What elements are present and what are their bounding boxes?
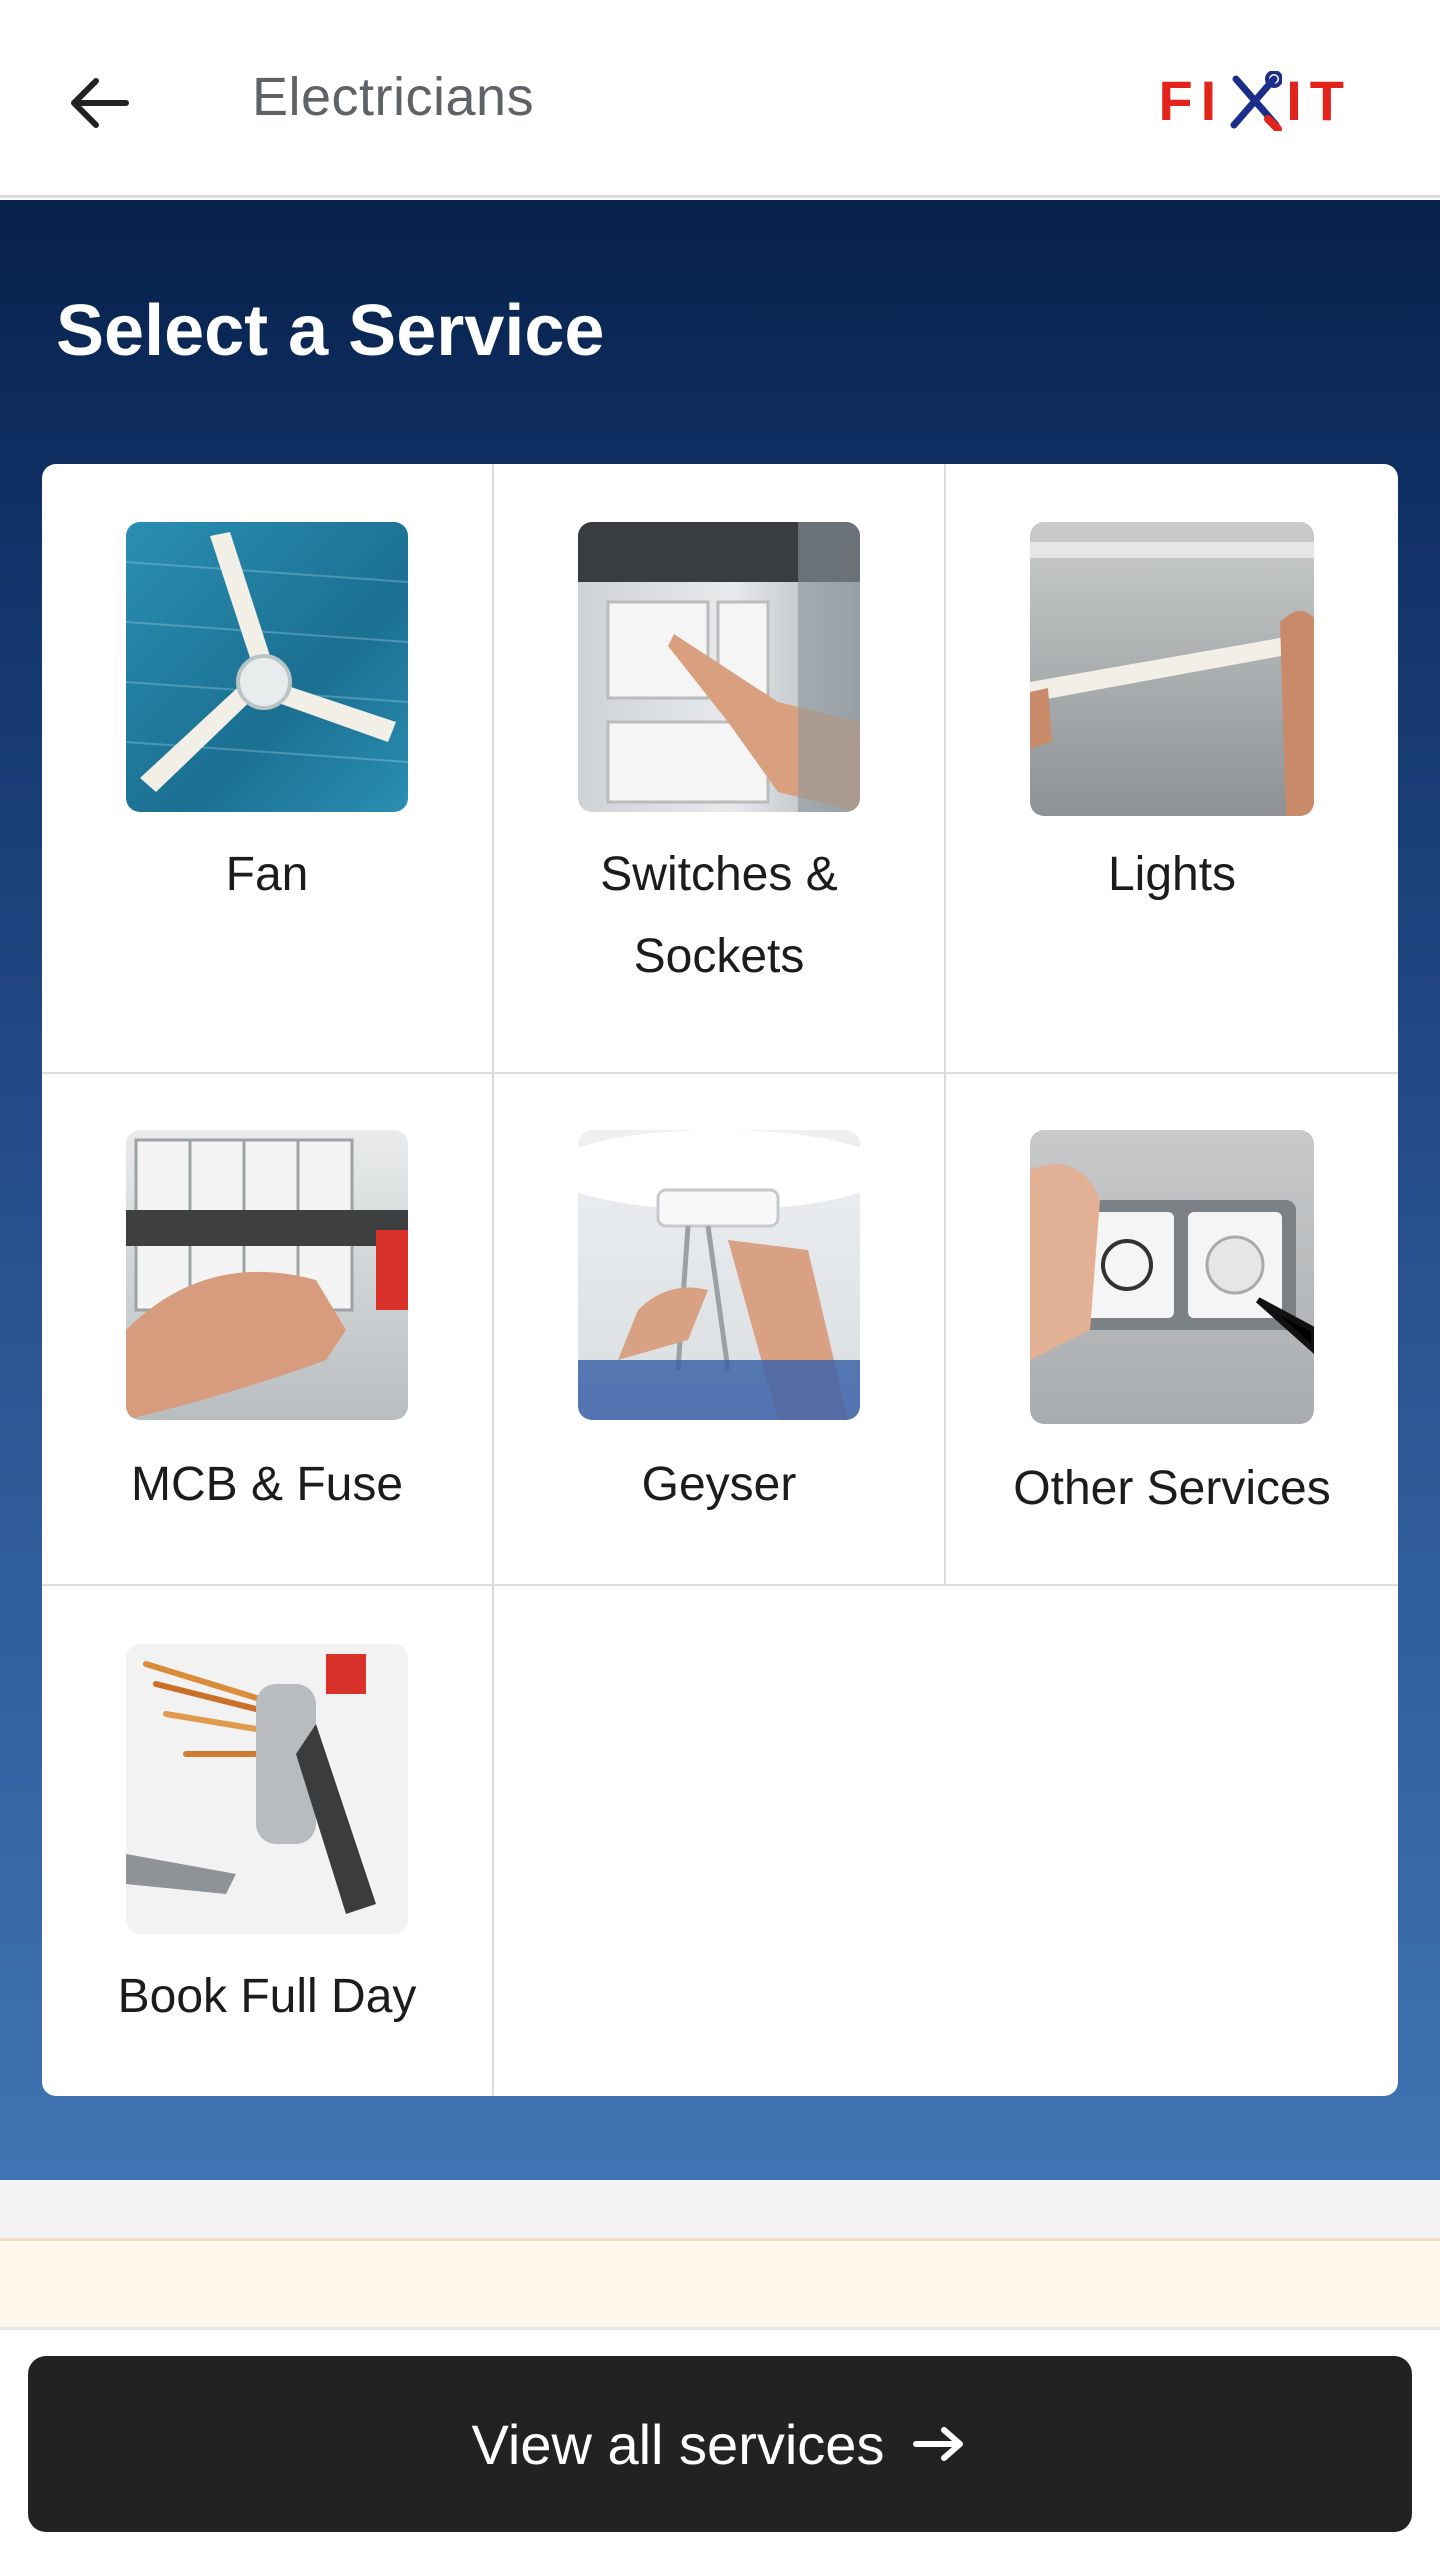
arrow-right-icon [913, 2427, 964, 2461]
service-label: Other Services [1013, 1462, 1331, 1515]
divider-strip [0, 2180, 1440, 2238]
service-label: MCB & Fuse [130, 1458, 404, 1511]
arrow-left-icon [71, 78, 129, 128]
info-strip [0, 2238, 1440, 2330]
fixit-logo: FI IT [1158, 69, 1352, 132]
geyser-image [578, 1130, 860, 1420]
section-title: Select a Service [56, 291, 605, 371]
app-bar: Electricians FI IT [0, 0, 1440, 198]
book-full-day-image [126, 1644, 408, 1934]
service-tile-lights[interactable]: Lights [946, 464, 1398, 1074]
tools-icon [1230, 71, 1283, 131]
service-label: Lights [1107, 848, 1237, 901]
service-hero: Select a Service Fan Switches & Sockets … [0, 200, 1440, 2200]
service-label: Fan [225, 848, 309, 901]
service-tile-geyser[interactable]: Geyser [494, 1074, 946, 1586]
service-label: Book Full Day [117, 1970, 417, 2023]
view-all-services-button[interactable]: View all services [28, 2356, 1412, 2532]
service-grid: Fan Switches & Sockets Lights MCB & Fuse… [42, 464, 1398, 2096]
page-title: Electricians [252, 67, 535, 127]
service-tile-switches-sockets[interactable]: Switches & Sockets [494, 464, 946, 1074]
cta-label: View all services [471, 2412, 885, 2476]
service-tile-other-services[interactable]: Other Services [946, 1074, 1398, 1586]
switches-image [578, 522, 860, 812]
lights-image [1030, 522, 1314, 816]
service-tile-fan[interactable]: Fan [42, 464, 494, 1074]
back-button[interactable] [50, 55, 146, 151]
service-tile-mcb-fuse[interactable]: MCB & Fuse [42, 1074, 494, 1586]
fan-image [126, 522, 408, 812]
mcb-image [126, 1130, 408, 1420]
other-services-image [1030, 1130, 1314, 1424]
service-tile-book-full-day[interactable]: Book Full Day [42, 1586, 494, 2096]
service-label: Geyser [641, 1458, 797, 1511]
service-label: Switches & Sockets [600, 848, 838, 983]
